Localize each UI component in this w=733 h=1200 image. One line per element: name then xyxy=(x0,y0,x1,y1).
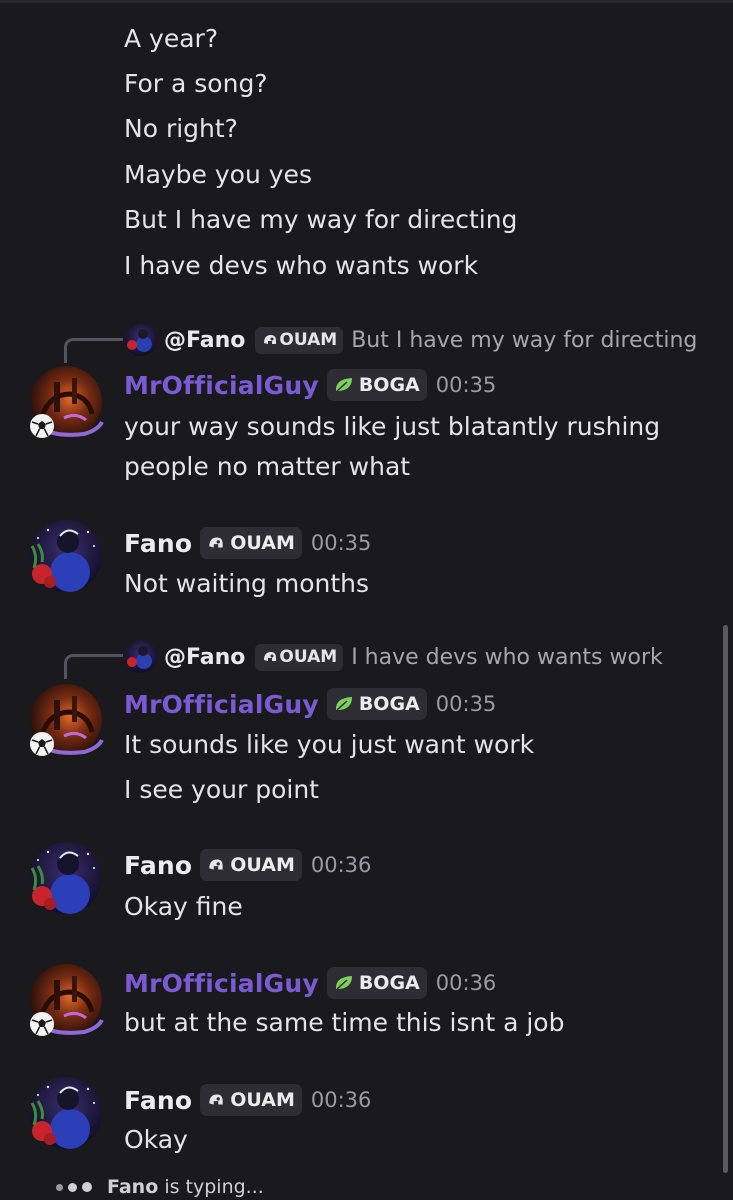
message-line: No right? xyxy=(124,114,238,143)
username-fano[interactable]: Fano xyxy=(124,1086,192,1115)
reply-connector xyxy=(64,654,123,679)
fano-avatar[interactable] xyxy=(24,516,104,596)
message-header: MrOfficialGuy BOGA 00:36 xyxy=(124,965,496,1001)
guild-tag[interactable]: OUAM xyxy=(200,527,302,559)
reply-text: But I have my way for directing xyxy=(351,327,698,353)
username-fano[interactable]: Fano xyxy=(124,851,192,880)
guild-tag[interactable]: BOGA xyxy=(326,369,427,401)
leaf-icon xyxy=(335,976,352,990)
timestamp[interactable]: 00:35 xyxy=(311,531,372,555)
guild-tag-label: OUAM xyxy=(230,532,295,554)
reply-author[interactable]: @Fano xyxy=(164,328,245,353)
message-line: Okay fine xyxy=(124,892,243,921)
message-header: Fano OUAM 00:35 xyxy=(124,525,371,561)
helmet-icon xyxy=(264,335,277,344)
message-line: people no matter what xyxy=(124,452,411,481)
helmet-icon xyxy=(264,652,277,661)
message-line: Okay xyxy=(124,1125,188,1154)
message-header: Fano OUAM 00:36 xyxy=(124,847,371,883)
message-line: I see your point xyxy=(124,775,319,804)
message-line: For a song? xyxy=(124,69,268,98)
reply-author[interactable]: @Fano xyxy=(164,645,245,670)
mrofficialguy-avatar[interactable] xyxy=(24,962,104,1042)
leaf-icon xyxy=(335,378,352,392)
helmet-icon xyxy=(209,537,223,548)
timestamp[interactable]: 00:36 xyxy=(311,1088,372,1112)
typing-dots-icon xyxy=(56,1182,97,1192)
guild-tag[interactable]: BOGA xyxy=(326,688,427,720)
mrofficialguy-avatar[interactable] xyxy=(24,682,104,762)
guild-tag-label: BOGA xyxy=(358,972,420,994)
fano-avatar-small xyxy=(125,324,157,356)
message-line: It sounds like you just want work xyxy=(124,730,535,759)
top-divider xyxy=(0,0,733,3)
guild-tag[interactable]: BOGA xyxy=(326,967,427,999)
message-line: your way sounds like just blatantly rush… xyxy=(124,412,661,441)
username-fano[interactable]: Fano xyxy=(124,529,192,558)
reply-text: I have devs who wants work xyxy=(351,644,663,670)
guild-tag-label: OUAM xyxy=(279,330,338,350)
timestamp[interactable]: 00:36 xyxy=(311,853,372,877)
username-mrofficialguy[interactable]: MrOfficialGuy xyxy=(124,690,319,719)
guild-tag[interactable]: OUAM xyxy=(200,1084,302,1116)
reply-preview[interactable]: @Fano OUAM I have devs who wants work xyxy=(124,641,663,673)
helmet-icon xyxy=(209,859,223,870)
message-line: A year? xyxy=(124,24,219,53)
message-header: MrOfficialGuy BOGA 00:35 xyxy=(124,686,496,722)
guild-tag-label: OUAM xyxy=(230,854,295,876)
username-mrofficialguy[interactable]: MrOfficialGuy xyxy=(124,969,319,998)
message-line: Not waiting months xyxy=(124,569,370,598)
fano-avatar[interactable] xyxy=(24,838,104,918)
typing-text: Fano is typing... xyxy=(107,1176,264,1198)
message-line: but at the same time this isnt a job xyxy=(124,1008,565,1037)
timestamp[interactable]: 00:36 xyxy=(436,971,497,995)
typing-label: is typing... xyxy=(164,1176,264,1198)
typing-user: Fano xyxy=(107,1176,159,1198)
message-header: Fano OUAM 00:36 xyxy=(124,1082,371,1118)
leaf-icon xyxy=(335,697,352,711)
guild-tag-label: BOGA xyxy=(358,693,420,715)
guild-tag-label: OUAM xyxy=(230,1089,295,1111)
guild-tag: OUAM xyxy=(255,643,344,671)
message-header: MrOfficialGuy BOGA 00:35 xyxy=(124,367,496,403)
message-line: But I have my way for directing xyxy=(124,205,518,234)
guild-tag-label: OUAM xyxy=(279,647,338,667)
guild-tag[interactable]: OUAM xyxy=(200,849,302,881)
scrollbar[interactable] xyxy=(723,625,728,1173)
timestamp[interactable]: 00:35 xyxy=(436,373,497,397)
message-line: Maybe you yes xyxy=(124,160,312,189)
username-mrofficialguy[interactable]: MrOfficialGuy xyxy=(124,371,319,400)
message-line: I have devs who wants work xyxy=(124,251,479,280)
mrofficialguy-avatar[interactable] xyxy=(24,364,104,444)
helmet-icon xyxy=(209,1094,223,1105)
guild-tag-label: BOGA xyxy=(358,374,420,396)
timestamp[interactable]: 00:35 xyxy=(436,692,497,716)
fano-avatar-small xyxy=(125,641,157,673)
reply-preview[interactable]: @Fano OUAM But I have my way for directi… xyxy=(124,324,698,356)
fano-avatar[interactable] xyxy=(24,1073,104,1153)
reply-connector xyxy=(64,338,123,363)
typing-indicator: Fano is typing... xyxy=(56,1176,264,1198)
guild-tag: OUAM xyxy=(255,326,344,354)
